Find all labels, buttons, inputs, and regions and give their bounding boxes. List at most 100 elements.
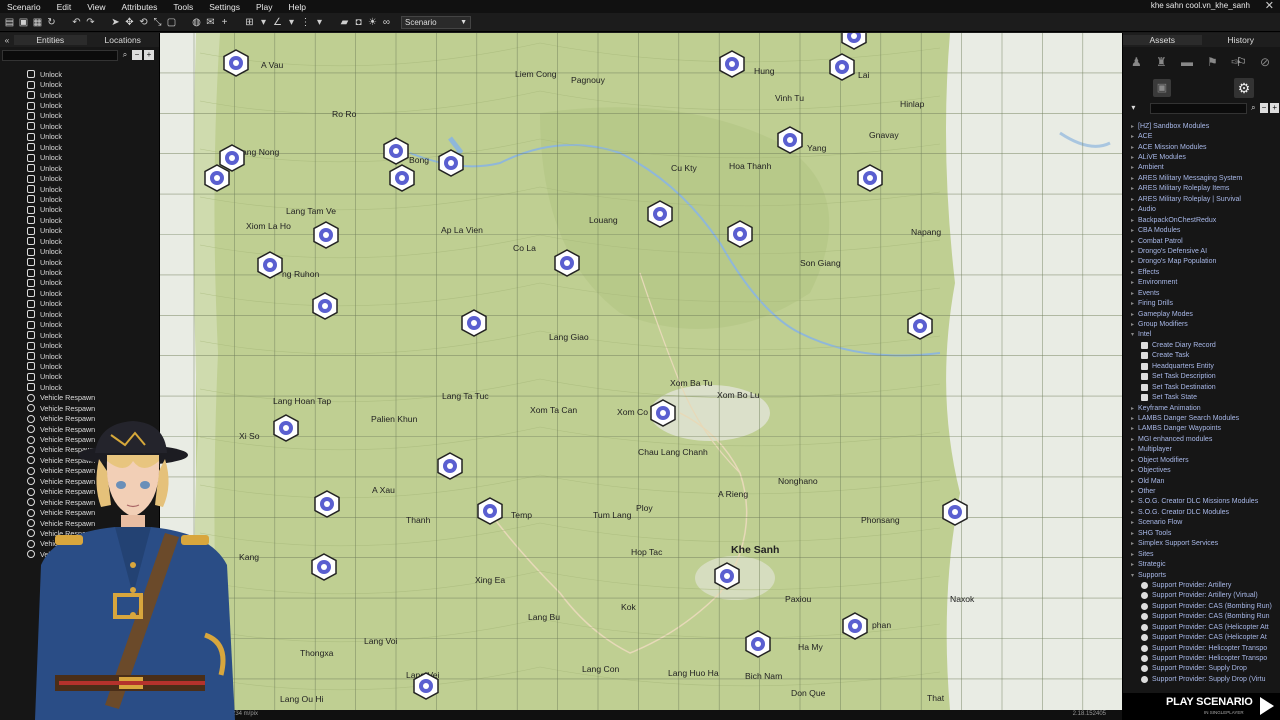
list-item[interactable]: Unlock: [0, 330, 159, 340]
object-modules-icon[interactable]: ▣: [1153, 79, 1171, 97]
chevron-right-icon[interactable]: ▸: [1131, 457, 1138, 464]
list-item[interactable]: Unlock: [0, 236, 159, 246]
chevron-right-icon[interactable]: ▸: [1131, 185, 1138, 192]
module-marker-icon[interactable]: [313, 221, 339, 249]
list-item[interactable]: Unlock: [0, 320, 159, 330]
module-marker-icon[interactable]: [311, 553, 337, 581]
chevron-down-icon[interactable]: ▾: [1129, 103, 1138, 113]
module-marker-icon[interactable]: [650, 399, 676, 427]
menu-edit[interactable]: Edit: [50, 2, 81, 12]
menu-settings[interactable]: Settings: [202, 2, 249, 12]
chevron-right-icon[interactable]: ▸: [1131, 154, 1138, 161]
tree-item[interactable]: ▸ Multiplayer: [1123, 445, 1280, 455]
tree-item[interactable]: ▸ Strategic: [1123, 559, 1280, 569]
module-marker-icon[interactable]: [714, 562, 740, 590]
tree-item[interactable]: ▸ Group Modifiers: [1123, 319, 1280, 329]
chevron-right-icon[interactable]: ▸: [1131, 509, 1138, 516]
tree-item[interactable]: Support Provider: CAS (Bombing Run): [1123, 601, 1280, 611]
tree-item[interactable]: ▸ Object Modifiers: [1123, 455, 1280, 465]
module-marker-icon[interactable]: [389, 164, 415, 192]
chevron-right-icon[interactable]: ▸: [1131, 540, 1138, 547]
tree-item[interactable]: Support Provider: CAS (Helicopter At: [1123, 632, 1280, 642]
tree-item[interactable]: Support Provider: CAS (Helicopter Att: [1123, 622, 1280, 632]
module-marker-icon[interactable]: [273, 414, 299, 442]
chevron-right-icon[interactable]: ▸: [1131, 258, 1138, 265]
list-item[interactable]: Unlock: [0, 100, 159, 110]
mode-select[interactable]: Scenario ▼: [401, 15, 471, 29]
module-marker-icon[interactable]: [438, 149, 464, 177]
list-item[interactable]: Unlock: [0, 246, 159, 256]
tree-item[interactable]: Support Provider: Supply Drop (Virtu: [1123, 674, 1280, 684]
chevron-right-icon[interactable]: ▸: [1131, 300, 1138, 307]
tree-item[interactable]: Support Provider: CAS (Bombing Run: [1123, 612, 1280, 622]
chevron-right-icon[interactable]: ▸: [1131, 133, 1138, 140]
list-item[interactable]: Unlock: [0, 361, 159, 371]
tree-item[interactable]: ▸ Effects: [1123, 267, 1280, 277]
chevron-right-icon[interactable]: ▸: [1131, 238, 1138, 245]
chevron-right-icon[interactable]: ▸: [1131, 248, 1138, 255]
chevron-right-icon[interactable]: ▸: [1131, 415, 1138, 422]
tree-item[interactable]: ▸ Audio: [1123, 205, 1280, 215]
list-item[interactable]: Unlock: [0, 132, 159, 142]
chevron-right-icon[interactable]: ▸: [1131, 519, 1138, 526]
list-item[interactable]: Unlock: [0, 257, 159, 267]
list-item[interactable]: Unlock: [0, 69, 159, 79]
tree-item[interactable]: ▸ ACE: [1123, 131, 1280, 141]
tree-item[interactable]: Support Provider: Supply Drop: [1123, 664, 1280, 674]
tree-item[interactable]: ▸ MGI enhanced modules: [1123, 434, 1280, 444]
tree-item[interactable]: ▸ Objectives: [1123, 465, 1280, 475]
tree-item[interactable]: Support Provider: Helicopter Transpo: [1123, 643, 1280, 653]
tree-item[interactable]: ▸ Scenario Flow: [1123, 518, 1280, 528]
chevron-right-icon[interactable]: ▸: [1131, 164, 1138, 171]
tree-item[interactable]: ▸ LAMBS Danger Search Modules: [1123, 413, 1280, 423]
search-icon[interactable]: ⌕: [1249, 103, 1258, 113]
chevron-right-icon[interactable]: ▸: [1131, 498, 1138, 505]
menu-view[interactable]: View: [80, 2, 114, 12]
chevron-right-icon[interactable]: ▸: [1131, 269, 1138, 276]
tree-item[interactable]: ▸ Keyframe Animation: [1123, 403, 1280, 413]
module-marker-icon[interactable]: [727, 220, 753, 248]
chevron-right-icon[interactable]: ▸: [1131, 279, 1138, 286]
tree-item[interactable]: Headquarters Entity: [1123, 361, 1280, 371]
list-item[interactable]: Unlock: [0, 278, 159, 288]
angle-icon[interactable]: ∠: [272, 17, 283, 28]
tree-item[interactable]: ▸ S.O.G. Creator DLC Missions Modules: [1123, 497, 1280, 507]
module-marker-icon[interactable]: [857, 164, 883, 192]
flag-icon[interactable]: ⚑: [1207, 55, 1218, 69]
grid-dropdown-icon[interactable]: ▾: [258, 17, 269, 28]
tree-item[interactable]: ▾ Intel: [1123, 330, 1280, 340]
collapse-all-icon[interactable]: −: [132, 50, 142, 60]
list-item[interactable]: Unlock: [0, 299, 159, 309]
list-item[interactable]: Unlock: [0, 142, 159, 152]
tree-item[interactable]: ▸ [HZ] Sandbox Modules: [1123, 121, 1280, 131]
list-item[interactable]: Unlock: [0, 309, 159, 319]
list-item[interactable]: Unlock: [0, 79, 159, 89]
close-icon[interactable]: ✕: [1265, 0, 1274, 12]
tree-item[interactable]: ▸ BackpackOnChestRedux: [1123, 215, 1280, 225]
chevron-right-icon[interactable]: ▸: [1131, 478, 1138, 485]
menu-play[interactable]: Play: [249, 2, 282, 12]
tab-history[interactable]: History: [1202, 35, 1280, 45]
soldier-icon[interactable]: ♟: [1131, 55, 1142, 69]
tree-item[interactable]: Set Task Description: [1123, 372, 1280, 382]
chevron-right-icon[interactable]: ▸: [1131, 123, 1138, 130]
add-icon[interactable]: +: [219, 17, 230, 28]
module-marker-icon[interactable]: [477, 497, 503, 525]
tree-item[interactable]: ▸ CBA Modules: [1123, 225, 1280, 235]
group-icon[interactable]: ♜: [1156, 55, 1167, 69]
tree-item[interactable]: ▸ ALiVE Modules: [1123, 152, 1280, 162]
list-item[interactable]: Unlock: [0, 340, 159, 350]
chevron-right-icon[interactable]: ▸: [1131, 436, 1138, 443]
tree-item[interactable]: ▸ Old Man: [1123, 476, 1280, 486]
tree-item[interactable]: ▸ Drongo's Defensive AI: [1123, 246, 1280, 256]
list-item[interactable]: Unlock: [0, 226, 159, 236]
module-marker-icon[interactable]: [942, 498, 968, 526]
menu-scenario[interactable]: Scenario: [0, 2, 50, 12]
list-item[interactable]: Unlock: [0, 215, 159, 225]
module-marker-icon[interactable]: [314, 490, 340, 518]
map-view[interactable]: A Vau Liem Cong Pagnouy Hung Lai Vinh Tu Hinla…: [160, 33, 1122, 710]
module-marker-icon[interactable]: [383, 137, 409, 165]
chevron-right-icon[interactable]: ▸: [1131, 551, 1138, 558]
menu-tools[interactable]: Tools: [166, 2, 202, 12]
vertical-dropdown-icon[interactable]: ▾: [314, 17, 325, 28]
